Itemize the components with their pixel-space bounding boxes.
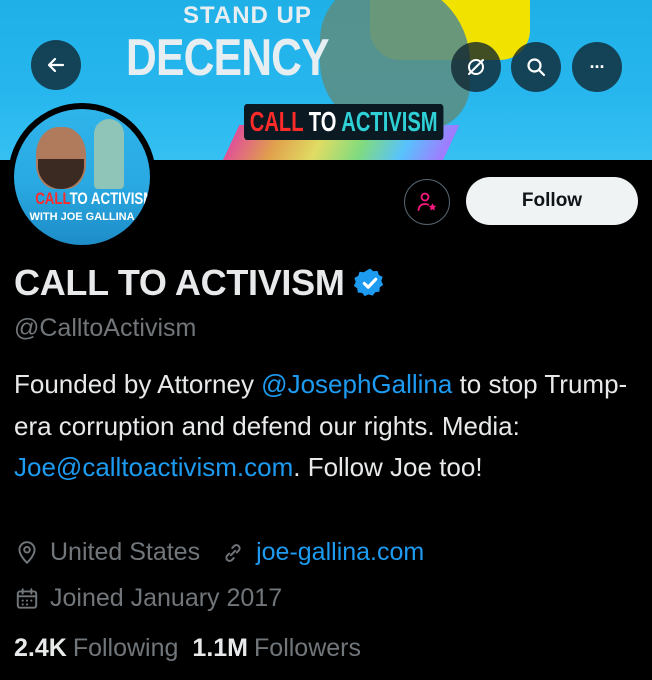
person-star-icon [417,192,437,211]
profile-meta-row: United States joe-gallina.com [14,538,424,567]
more-button[interactable]: ··· [572,42,622,92]
profile-website-link[interactable]: joe-gallina.com [256,538,424,567]
follow-button[interactable]: Follow [466,177,638,225]
bio-email-link[interactable]: Joe@calltoactivism.com [14,452,293,482]
profile-bio: Founded by Attorney @JosephGallina to st… [14,364,639,489]
grok-button[interactable] [451,42,501,92]
followers-link[interactable]: 1.1M Followers [192,634,361,663]
subscribe-button[interactable] [404,179,450,225]
banner-text-stand-up: STAND UP [183,2,312,29]
avatar-to-activism-text: TO ACTIVISM [69,189,150,208]
profile-joined-row: Joined January 2017 [14,584,282,613]
followers-label: Followers [254,634,361,662]
following-label: Following [72,634,179,662]
location-pin-icon [18,540,36,564]
avatar[interactable]: CALLTO ACTIVISM WITH JOE GALLINA [8,103,156,251]
profile-handle: @CalltoActivism [14,314,197,342]
profile-joined-date: Joined January 2017 [50,584,283,612]
search-icon [527,58,546,77]
grok-icon [468,59,484,75]
banner-cta-to: TO [308,106,337,137]
bio-text-3: . Follow Joe too! [293,452,483,482]
avatar-with-text: WITH JOE GALLINA [29,211,135,223]
profile-location: United States [50,538,201,566]
banner-cta-activism: ACTIVISM [341,106,438,137]
following-count: 2.4K [14,634,67,662]
more-horizontal-icon: ··· [589,56,606,77]
back-button[interactable] [31,40,81,90]
search-button[interactable] [511,42,561,92]
profile-name: CALL TO ACTIVISM [14,262,345,303]
avatar-statue [94,119,124,189]
bio-mention-link[interactable]: @JosephGallina [261,369,452,399]
followers-count: 1.1M [192,634,249,662]
avatar-logo-text: CALLTO ACTIVISM [35,189,150,209]
banner-call-to-activism-logo: CALL TO ACTIVISM [244,104,444,140]
following-link[interactable]: 2.4K Following [14,634,178,663]
bio-text-1: Founded by Attorney [14,369,262,399]
follow-stats: 2.4K Following 1.1M Followers [14,634,361,663]
calendar-icon [16,587,38,609]
avatar-call-text: CALL [35,189,70,208]
arrow-left-icon [47,57,65,73]
link-icon [225,543,241,562]
verified-badge-icon[interactable] [353,266,387,300]
banner-cta-call: CALL [249,106,304,137]
profile-name-row: CALL TO ACTIVISM [14,262,387,304]
avatar-image: CALLTO ACTIVISM WITH JOE GALLINA [14,109,150,245]
banner-text-decency: DECENCY [126,29,330,87]
